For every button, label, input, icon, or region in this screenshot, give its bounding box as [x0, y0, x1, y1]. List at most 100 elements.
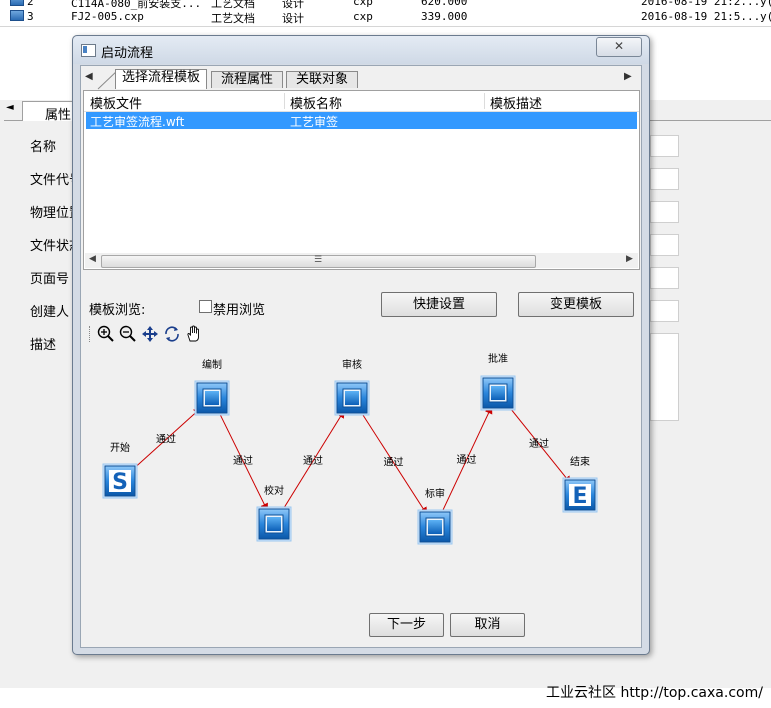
tab-workflow-properties[interactable]: 流程属性	[211, 71, 283, 88]
workflow-node-proofread[interactable]: 校对	[256, 484, 292, 542]
scroll-left-icon[interactable]: ◀	[89, 254, 96, 264]
node-label: 结束	[570, 455, 590, 468]
cancel-button[interactable]: 取消	[450, 613, 525, 637]
column-header-name[interactable]: 模板名称	[290, 93, 342, 112]
workflow-diagram: 通过通过 通过 通过 通过通过 S开始编制校对审核标审批准E结束	[102, 352, 598, 545]
start-glyph: S	[112, 470, 128, 495]
row-ext: cxp	[353, 10, 373, 23]
tab-first-icon[interactable]: ◄	[6, 102, 14, 113]
row-ext: cxp	[353, 0, 373, 8]
row-number: 2	[27, 0, 34, 8]
row-extra: y(	[760, 0, 771, 8]
template-name: 工艺审签	[290, 115, 339, 129]
edge-label: 通过	[529, 437, 549, 450]
row-size: 339.000	[421, 10, 468, 23]
tab-scroll-right-icon[interactable]: ▶	[624, 71, 632, 82]
field-label-creator: 创建人	[30, 305, 70, 320]
disable-preview-label[interactable]: 禁用浏览	[213, 299, 265, 318]
node-label: 开始	[110, 441, 130, 454]
scroll-right-icon[interactable]: ▶	[626, 254, 633, 264]
quick-settings-button[interactable]: 快捷设置	[381, 292, 497, 317]
list-item[interactable]: 工艺审签流程.wft 工艺审签	[86, 112, 637, 129]
watermark: 工业云社区 http://top.caxa.com/	[546, 685, 763, 701]
creator-field[interactable]	[650, 300, 679, 322]
location-field[interactable]	[650, 201, 679, 223]
row-size: 620.000	[421, 0, 468, 8]
end-glyph: E	[572, 484, 587, 509]
edge-label: 通过	[233, 454, 253, 467]
close-icon: ✕	[613, 39, 625, 53]
field-label-description: 描述	[30, 338, 57, 353]
code-field[interactable]	[650, 168, 679, 190]
change-template-button[interactable]: 变更模板	[518, 292, 634, 317]
node-label: 校对	[264, 484, 284, 497]
dialog-titlebar[interactable]: 启动流程 ✕	[73, 36, 649, 64]
row-date: 2016-08-19 21:2...	[641, 0, 761, 8]
tab-label: 选择流程模板	[121, 70, 200, 85]
zoom-in-icon[interactable]	[97, 325, 115, 343]
workflow-node-standardize[interactable]: 标审	[417, 487, 453, 545]
row-stage: 设计	[282, 12, 304, 25]
row-extra: y(	[760, 10, 771, 23]
workflow-node-end[interactable]: E 结束	[562, 455, 598, 513]
tab-select-template[interactable]: 选择流程模板	[115, 69, 207, 89]
divider	[0, 26, 771, 27]
refresh-icon[interactable]	[163, 325, 181, 343]
window-icon	[81, 44, 96, 57]
workflow-node-approve[interactable]: 批准	[480, 352, 516, 411]
template-file: 工艺审签流程.wft	[90, 115, 185, 129]
toolbar-grip[interactable]	[89, 326, 92, 342]
zoom-out-icon[interactable]	[119, 325, 137, 343]
row-date: 2016-08-19 21:5...	[641, 10, 761, 23]
table-row[interactable]: 3 FJ2-005.cxp 工艺文档 设计 cxp 339.000 2016-0…	[0, 9, 771, 25]
document-list: 2 C114A-080_前安装支... 工艺文档 设计 cxp 620.000 …	[0, 0, 771, 26]
node-label: 标审	[425, 487, 445, 500]
row-type: 工艺文档	[211, 12, 255, 25]
page-field[interactable]	[650, 267, 679, 289]
scrollbar-thumb[interactable]: ☰	[101, 255, 536, 268]
preview-toolbar	[89, 324, 209, 344]
workflow-preview: 通过 通过 通过 通过 通过 通过 S 开始 编制 校对 审核 标审 批准 E 结束	[83, 346, 639, 611]
edge-label: 通过	[156, 433, 176, 446]
document-icon	[10, 10, 24, 21]
row-file: FJ2-005.cxp	[71, 10, 144, 23]
description-field[interactable]	[650, 333, 679, 421]
tab-label: 属性	[45, 108, 72, 123]
close-button[interactable]: ✕	[596, 37, 642, 57]
list-header: 模板文件 模板名称 模板描述	[84, 91, 639, 112]
dialog-title: 启动流程	[101, 46, 154, 61]
tab-strip: ◀ 选择流程模板 流程属性 关联对象 ▶	[81, 68, 641, 90]
column-divider[interactable]	[284, 93, 285, 109]
node-label: 审核	[342, 358, 362, 371]
status-field[interactable]	[650, 234, 679, 256]
horizontal-scrollbar[interactable]: ◀ ☰ ▶	[85, 253, 638, 268]
tab-related-objects[interactable]: 关联对象	[286, 71, 358, 88]
field-label-page: 页面号	[30, 272, 70, 287]
node-label: 编制	[202, 358, 222, 371]
next-button[interactable]: 下一步	[369, 613, 444, 637]
disable-preview-checkbox[interactable]	[199, 300, 212, 313]
column-header-file[interactable]: 模板文件	[90, 93, 142, 112]
tab-label: 流程属性	[220, 72, 273, 87]
table-row[interactable]: 2 C114A-080_前安装支... 工艺文档 设计 cxp 620.000 …	[0, 0, 771, 10]
column-divider[interactable]	[484, 93, 485, 109]
node-label: 批准	[488, 352, 508, 365]
start-workflow-dialog: 启动流程 ✕ ◀ 选择流程模板 流程属性 关联对象 ▶ 模板文件 模板名称 模板…	[72, 35, 650, 655]
name-field[interactable]	[650, 135, 679, 157]
edge-label: 通过	[384, 456, 404, 469]
workflow-node-compile[interactable]: 编制	[194, 358, 230, 416]
field-label-name: 名称	[30, 140, 57, 155]
template-preview-label: 模板浏览:	[89, 303, 146, 318]
column-header-description[interactable]: 模板描述	[490, 93, 542, 112]
grip-icon: ☰	[314, 255, 323, 265]
template-list[interactable]: 模板文件 模板名称 模板描述 工艺审签流程.wft 工艺审签 ◀ ☰ ▶	[83, 90, 640, 270]
tab-scroll-left-icon[interactable]: ◀	[85, 71, 93, 82]
edge-label: 通过	[303, 454, 323, 467]
row-number: 3	[27, 10, 34, 23]
pan-icon[interactable]	[141, 325, 159, 343]
workflow-node-start[interactable]: S 开始	[102, 441, 138, 499]
hand-icon[interactable]	[185, 325, 203, 343]
workflow-node-review[interactable]: 审核	[334, 358, 370, 416]
edge-label: 通过	[457, 453, 477, 466]
document-icon	[10, 0, 24, 6]
